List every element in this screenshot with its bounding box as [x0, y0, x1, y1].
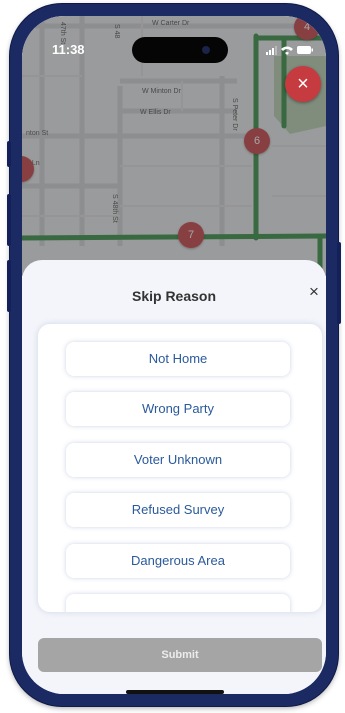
status-time: 11:38 [52, 42, 85, 57]
cellular-signal-icon [266, 46, 277, 55]
map-close-button[interactable]: × [285, 66, 321, 102]
option-dangerous-area[interactable]: Dangerous Area [66, 544, 290, 578]
action-button [7, 141, 11, 167]
screen: W Carter Dr W Minton Dr W Ellis Dr S Pet… [22, 16, 326, 694]
option-voter-unknown[interactable]: Voter Unknown [66, 443, 290, 477]
wifi-icon [281, 46, 293, 55]
power-button [337, 242, 341, 324]
submit-button[interactable]: Submit [38, 638, 322, 672]
status-icons [266, 46, 313, 55]
volume-down-button [7, 260, 11, 312]
option-refused-survey[interactable]: Refused Survey [66, 493, 290, 527]
skip-reason-sheet: Skip Reason × Not Home Wrong Party Voter… [22, 260, 326, 694]
option-partial[interactable] [66, 594, 290, 612]
volume-up-button [7, 194, 11, 246]
camera-icon [202, 46, 210, 54]
sheet-close-button[interactable]: × [304, 282, 324, 302]
option-not-home[interactable]: Not Home [66, 342, 290, 376]
home-indicator[interactable] [126, 690, 224, 694]
dynamic-island [132, 37, 228, 63]
close-icon: × [309, 282, 319, 301]
battery-icon [297, 46, 313, 54]
phone-frame: W Carter Dr W Minton Dr W Ellis Dr S Pet… [7, 4, 341, 706]
option-wrong-party[interactable]: Wrong Party [66, 392, 290, 426]
reason-options-list[interactable]: Not Home Wrong Party Voter Unknown Refus… [38, 324, 322, 612]
sheet-title: Skip Reason [131, 288, 217, 304]
close-icon: × [297, 73, 309, 95]
